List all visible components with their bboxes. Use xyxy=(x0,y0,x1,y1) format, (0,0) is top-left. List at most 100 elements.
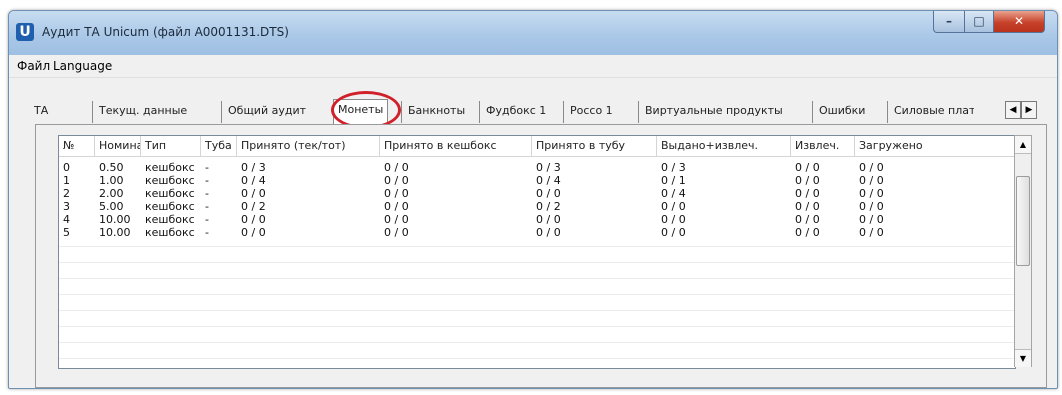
table-cell: 2.00 xyxy=(99,187,124,200)
table-cell: 5 xyxy=(63,226,70,239)
tab-virtual-products[interactable]: Виртуальные продукты xyxy=(638,101,783,123)
close-button[interactable]: ✕ xyxy=(993,11,1045,33)
tab-current-data[interactable]: Текущ. данные xyxy=(92,101,187,123)
table-cell: кешбокс xyxy=(145,174,195,187)
column-header-accepted[interactable]: Принято (тек/тот) xyxy=(237,136,380,157)
table-cell: кешбокс xyxy=(145,187,195,200)
table-cell: 0 / 0 xyxy=(795,161,820,174)
table-cell: 1 xyxy=(63,174,70,187)
table-cell: 10.00 xyxy=(99,226,131,239)
table-cell: 0 / 0 xyxy=(859,213,884,226)
table-cell: 0 / 0 xyxy=(795,187,820,200)
table-cell: кешбокс xyxy=(145,226,195,239)
table-cell: 0.50 xyxy=(99,161,124,174)
tab-ta[interactable]: ТА xyxy=(28,101,48,123)
table-cell: 0 / 0 xyxy=(384,213,409,226)
tab-scroll-right-button[interactable]: ▶ xyxy=(1021,101,1037,119)
table-cell: 0 / 2 xyxy=(536,200,561,213)
menu-file[interactable]: Файл xyxy=(17,59,50,73)
column-header-accepted-cashbox[interactable]: Принято в кешбокс xyxy=(380,136,532,157)
table-cell: кешбокс xyxy=(145,161,195,174)
vertical-scrollbar[interactable]: ▲ ▼ xyxy=(1014,135,1032,367)
menu-language[interactable]: Language xyxy=(53,59,112,73)
table-cell: 0 / 0 xyxy=(859,187,884,200)
table-cell: 0 / 0 xyxy=(384,226,409,239)
table-cell: - xyxy=(205,174,209,187)
table-cell: 0 / 0 xyxy=(859,226,884,239)
table-cell: 0 / 0 xyxy=(241,187,266,200)
title-bar[interactable]: U Аудит ТА Unicum (файл A0001131.DTS) – … xyxy=(9,11,1057,55)
column-header-dispensed[interactable]: Выдано+извлеч. xyxy=(657,136,791,157)
menu-bar: Файл Language xyxy=(9,55,1057,78)
table-cell: - xyxy=(205,200,209,213)
tab-rosso-1[interactable]: Россо 1 xyxy=(563,101,613,123)
table-cell: кешбокс xyxy=(145,213,195,226)
tab-foodbox-1[interactable]: Фудбокс 1 xyxy=(479,101,546,123)
table-cell: 5.00 xyxy=(99,200,124,213)
table-cell: - xyxy=(205,161,209,174)
table-cell: 0 / 0 xyxy=(241,213,266,226)
grid-line xyxy=(59,246,1015,247)
grid-line xyxy=(59,278,1015,279)
column-header-loaded[interactable]: Загружено xyxy=(855,136,1015,157)
scroll-up-button[interactable]: ▲ xyxy=(1015,136,1031,154)
table-cell: 0 / 4 xyxy=(241,174,266,187)
table-cell: 0 / 2 xyxy=(241,200,266,213)
column-header-tube[interactable]: Туба xyxy=(201,136,237,157)
table-cell: 0 / 4 xyxy=(661,187,686,200)
grid-line xyxy=(59,262,1015,263)
table-cell: 0 / 0 xyxy=(384,161,409,174)
column-header-number[interactable]: № xyxy=(59,136,95,157)
table-cell: 0 / 0 xyxy=(536,213,561,226)
table-cell: 0 / 0 xyxy=(795,174,820,187)
table-cell: 0 / 3 xyxy=(241,161,266,174)
table-cell: 0 / 3 xyxy=(661,161,686,174)
table-cell: 0 / 0 xyxy=(859,200,884,213)
table-cell: 10.00 xyxy=(99,213,131,226)
minimize-button[interactable]: – xyxy=(933,11,965,33)
table-cell: 4 xyxy=(63,213,70,226)
table-cell: 0 / 0 xyxy=(795,213,820,226)
tab-power-boards[interactable]: Силовые плат xyxy=(887,101,974,123)
app-icon: U xyxy=(16,23,34,41)
tab-general-audit[interactable]: Общий аудит xyxy=(221,101,306,123)
window-title: Аудит ТА Unicum (файл A0001131.DTS) xyxy=(42,25,289,39)
tab-errors[interactable]: Ошибки xyxy=(812,101,865,123)
grid-line xyxy=(59,310,1015,311)
scroll-down-button[interactable]: ▼ xyxy=(1015,349,1031,367)
table-cell: - xyxy=(205,213,209,226)
table-cell: 0 xyxy=(63,161,70,174)
column-header-extracted[interactable]: Извлеч. xyxy=(791,136,855,157)
grid-line xyxy=(59,358,1015,359)
table-cell: 2 xyxy=(63,187,70,200)
coins-table[interactable]: № Номинал Тип Туба Принято (тек/тот) При… xyxy=(58,135,1016,369)
table-cell: 0 / 4 xyxy=(536,174,561,187)
app-window: U Аудит ТА Unicum (файл A0001131.DTS) – … xyxy=(8,10,1058,389)
table-cell: 0 / 0 xyxy=(661,226,686,239)
grid-line xyxy=(59,342,1015,343)
column-header-type[interactable]: Тип xyxy=(141,136,201,157)
maximize-button[interactable]: □ xyxy=(964,11,994,33)
tab-banknotes[interactable]: Банкноты xyxy=(401,101,465,123)
table-cell: 0 / 0 xyxy=(384,200,409,213)
column-header-accepted-tube[interactable]: Принято в тубу xyxy=(532,136,657,157)
column-header-nominal[interactable]: Номинал xyxy=(95,136,141,157)
table-cell: 1.00 xyxy=(99,174,124,187)
table-cell: 0 / 0 xyxy=(536,226,561,239)
table-cell: кешбокс xyxy=(145,200,195,213)
table-cell: 3 xyxy=(63,200,70,213)
grid-line xyxy=(59,294,1015,295)
scroll-thumb[interactable] xyxy=(1016,176,1030,266)
table-cell: - xyxy=(205,187,209,200)
table-cell: - xyxy=(205,226,209,239)
table-cell: 0 / 0 xyxy=(384,187,409,200)
table-cell: 0 / 0 xyxy=(241,226,266,239)
table-cell: 0 / 0 xyxy=(536,187,561,200)
tab-scroll-left-button[interactable]: ◀ xyxy=(1005,101,1021,119)
table-cell: 0 / 0 xyxy=(661,200,686,213)
coins-panel: № Номинал Тип Туба Принято (тек/тот) При… xyxy=(35,124,1047,388)
table-cell: 0 / 0 xyxy=(859,174,884,187)
table-cell: 0 / 1 xyxy=(661,174,686,187)
table-cell: 0 / 0 xyxy=(384,174,409,187)
tab-strip: ТА Текущ. данные Общий аудит Монеты Банк… xyxy=(9,99,1057,125)
